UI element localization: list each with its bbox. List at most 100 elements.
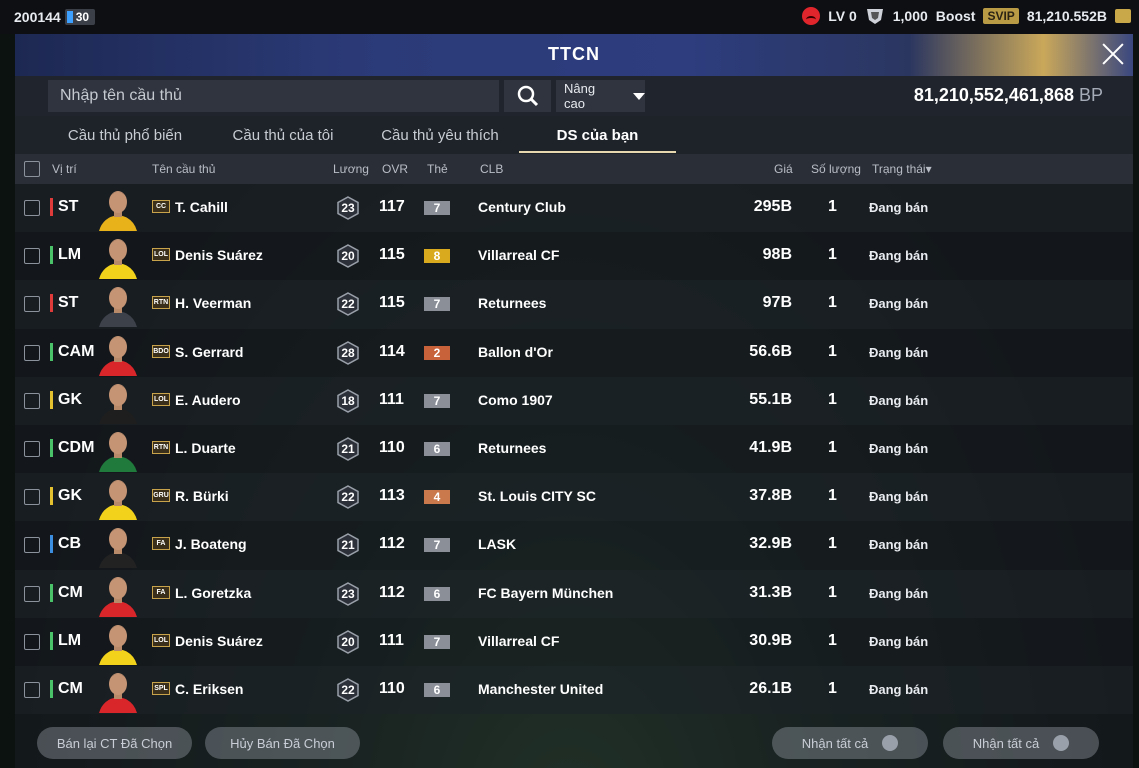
player-quantity: 1 <box>828 583 837 601</box>
player-ovr: 113 <box>379 487 405 505</box>
tab-your-list[interactable]: DS của bạn <box>519 116 676 154</box>
table-row[interactable]: CM SPL C. Eriksen 22 110 6 Manchester United 26… <box>15 665 1133 715</box>
player-quantity: 1 <box>828 487 837 505</box>
row-checkbox[interactable] <box>24 248 40 265</box>
table-row[interactable]: GK GRU R. Bürki 22 113 4 St. Louis CITY SC 37.8… <box>15 473 1133 522</box>
table-row[interactable]: ST RTN H. Veerman 22 115 7 Returnees 97B 1 Đang b… <box>15 280 1133 329</box>
row-checkbox[interactable] <box>24 392 40 409</box>
player-name[interactable]: Denis Suárez <box>175 247 263 263</box>
player-name[interactable]: C. Eriksen <box>175 681 243 697</box>
tokens-text: 1,000 <box>892 8 928 24</box>
select-all-checkbox[interactable] <box>24 161 40 177</box>
player-name[interactable]: Denis Suárez <box>175 633 263 649</box>
advanced-filter-dropdown[interactable]: Nâng cao <box>556 80 645 112</box>
player-position: CDM <box>50 438 94 457</box>
player-avatar <box>99 191 137 231</box>
table-row[interactable]: CB FA J. Boateng 21 112 7 LASK 32.9B 1 Đang bán <box>15 521 1133 570</box>
resell-selected-button[interactable]: Bán lại CT Đã Chọn <box>37 727 192 759</box>
player-name[interactable]: H. Veerman <box>175 295 251 311</box>
col-club: CLB <box>480 162 504 176</box>
player-price: 32.9B <box>749 535 792 553</box>
table-row[interactable]: ST CC T. Cahill 23 117 7 Century Club 295B 1 Đang… <box>15 184 1133 233</box>
player-price: 97B <box>762 294 792 312</box>
player-position: CAM <box>50 342 94 361</box>
col-status-sort[interactable]: Trạng thái▾ <box>872 162 932 176</box>
coin-icon <box>1053 735 1070 751</box>
table-row[interactable]: LM LOL Denis Suárez 20 115 8 Villarreal CF 98B 1… <box>15 232 1133 281</box>
player-name[interactable]: L. Goretzka <box>175 585 251 601</box>
wage-badge: 23 <box>337 581 359 606</box>
player-status: Đang bán <box>869 344 929 360</box>
row-checkbox[interactable] <box>24 296 40 313</box>
player-ovr: 110 <box>379 438 405 456</box>
grade-badge: 7 <box>424 538 450 553</box>
row-checkbox[interactable] <box>24 489 40 506</box>
player-price: 56.6B <box>749 342 792 360</box>
search-button[interactable] <box>504 80 551 112</box>
table-row[interactable]: CDM RTN L. Duarte 21 110 6 Returnees 41.9B 1 Đang… <box>15 424 1133 474</box>
cancel-selected-button[interactable]: Hủy Bán Đã Chọn <box>205 727 360 759</box>
col-position: Vị trí <box>52 162 77 176</box>
row-checkbox[interactable] <box>24 537 40 554</box>
shield-icon <box>866 9 883 24</box>
season-badge: LOL <box>152 633 170 647</box>
coin-icon <box>1115 9 1131 23</box>
player-club: Villarreal CF <box>478 247 560 264</box>
claim-all-players-button[interactable]: Nhận tất cả <box>772 727 928 759</box>
player-avatar <box>99 576 137 617</box>
season-badge: GRU <box>152 489 170 503</box>
season-badge: LOL <box>152 392 170 406</box>
tab-popular-players[interactable]: Cầu thủ phổ biến <box>50 116 200 154</box>
grade-badge: 8 <box>424 249 450 264</box>
table-row[interactable]: CAM BDO S. Gerrard 28 114 2 Ballon d'Or 56.6B 1 Đ… <box>15 328 1133 377</box>
search-input[interactable] <box>48 80 499 112</box>
player-position: LM <box>50 631 81 650</box>
player-name[interactable]: S. Gerrard <box>175 344 243 360</box>
season-badge: CC <box>152 200 170 213</box>
player-avatar <box>99 528 137 569</box>
tab-my-players[interactable]: Cầu thủ của tôi <box>208 116 358 154</box>
player-avatar <box>99 624 137 665</box>
row-checkbox[interactable] <box>24 633 40 650</box>
row-checkbox[interactable] <box>24 200 40 216</box>
player-avatar <box>99 480 137 521</box>
player-price: 41.9B <box>749 438 792 456</box>
player-ovr: 117 <box>379 198 405 215</box>
top-status-bar: 200144 30 LV 0 1,000 Boost SVIP 81,210.5… <box>0 0 1139 34</box>
col-quantity: Số lượng <box>811 162 861 176</box>
player-name[interactable]: R. Bürki <box>175 488 229 504</box>
advanced-label: Nâng cao <box>564 81 596 111</box>
player-club: Ballon d'Or <box>478 343 553 360</box>
user-id: 200144 <box>14 9 61 25</box>
player-position: LM <box>50 246 81 265</box>
row-checkbox[interactable] <box>24 344 40 361</box>
panel-header: TTCN <box>15 34 1133 76</box>
player-status: Đang bán <box>869 585 929 601</box>
col-ovr: OVR <box>382 162 409 176</box>
close-icon[interactable] <box>1101 42 1125 66</box>
wage-badge: 20 <box>337 629 359 654</box>
table-row[interactable]: CM FA L. Goretzka 23 112 6 FC Bayern München 31… <box>15 569 1133 618</box>
player-quantity: 1 <box>828 294 837 312</box>
table-row[interactable]: LM LOL Denis Suárez 20 111 7 Villarreal CF 30.9… <box>15 617 1133 666</box>
row-checkbox[interactable] <box>24 585 40 602</box>
player-ovr: 115 <box>379 294 405 312</box>
row-checkbox[interactable] <box>24 681 40 698</box>
wage-badge: 20 <box>337 244 359 269</box>
player-club: St. Louis CITY SC <box>478 488 596 505</box>
player-name[interactable]: J. Boateng <box>175 536 247 552</box>
player-name[interactable]: L. Duarte <box>175 440 236 456</box>
player-name[interactable]: T. Cahill <box>175 199 228 215</box>
player-name[interactable]: E. Audero <box>175 392 241 408</box>
row-checkbox[interactable] <box>24 440 40 457</box>
search-icon <box>517 85 538 107</box>
table-row[interactable]: GK LOL E. Audero 18 111 7 Como 1907 55.1B 1 Đang … <box>15 376 1133 425</box>
player-club: Returnees <box>478 295 547 312</box>
panel-title: TTCN <box>548 44 600 64</box>
player-avatar <box>99 335 137 376</box>
grade-badge: 7 <box>424 201 450 215</box>
player-price: 37.8B <box>749 487 792 505</box>
claim-all-coins-button[interactable]: Nhận tất cả <box>943 727 1099 759</box>
tab-favorite-players[interactable]: Cầu thủ yêu thích <box>365 116 515 154</box>
energy-badge: 30 <box>64 9 96 25</box>
